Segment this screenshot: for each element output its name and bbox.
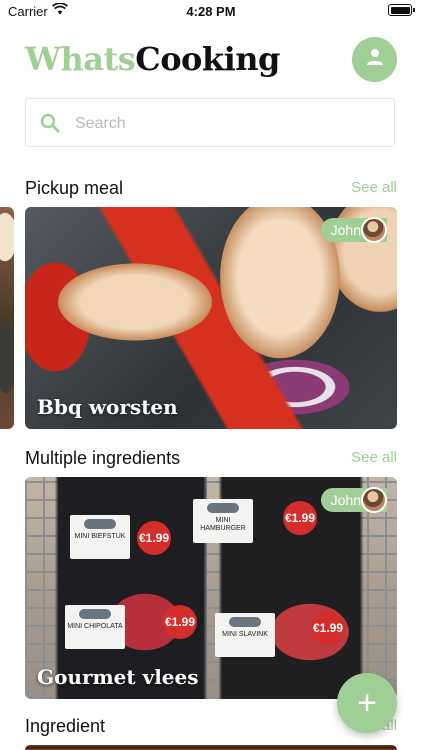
pack-name: MINI CHIPOLATA: [67, 623, 123, 630]
search-icon: [40, 113, 60, 138]
section-title-multiple-ingredients: Multiple ingredients: [25, 448, 181, 468]
app-logo-title: WhatsCooking: [25, 40, 280, 78]
person-icon: [365, 47, 385, 72]
brand-logo: [84, 519, 116, 529]
profile-button[interactable]: [352, 37, 397, 82]
see-all-multiple-ingredients[interactable]: See all: [351, 449, 397, 466]
pack-label: MINI BIEFSTUK: [70, 515, 130, 559]
card-title: Gourmet vlees: [37, 665, 199, 689]
price-tag: €1.99: [283, 501, 317, 535]
search-bar[interactable]: [25, 98, 395, 147]
pack-label: MINI CHIPOLATA: [65, 605, 125, 649]
section-title-pickup-meal: Pickup meal: [25, 178, 124, 198]
brand-logo: [207, 503, 239, 513]
pack-label: MINI HAMBURGER: [193, 499, 253, 543]
see-all-pickup-meal[interactable]: See all: [351, 179, 397, 196]
user-badge[interactable]: John: [320, 487, 387, 513]
user-badge[interactable]: John: [320, 217, 387, 243]
price-tag: €1.99: [163, 605, 197, 639]
brand-part-1: Whats: [25, 40, 136, 78]
plus-icon: +: [357, 684, 377, 722]
pack-name: MINI SLAVINK: [222, 631, 268, 638]
pack-label: MINI SLAVINK: [215, 613, 275, 657]
clock: 4:28 PM: [186, 4, 236, 19]
meal-card-ingredient-peek[interactable]: [25, 745, 397, 750]
brand-logo: [79, 609, 111, 619]
pack-name: MINI BIEFSTUK: [74, 533, 126, 540]
section-title-ingredient: Ingredient: [25, 716, 106, 736]
brand-logo: [229, 617, 261, 627]
card-title: Bbq worsten: [37, 395, 178, 419]
meal-card-bbq-worsten[interactable]: John Bbq worsten: [25, 207, 397, 429]
status-bar: Carrier 4:28 PM: [0, 0, 422, 22]
brand-part-2: Cooking: [135, 40, 280, 78]
search-input[interactable]: [73, 110, 377, 138]
price-tag: €1.99: [137, 521, 171, 555]
price-tag: €1.99: [311, 611, 345, 645]
previous-card-peek[interactable]: [0, 207, 14, 429]
pack-name: MINI HAMBURGER: [200, 517, 246, 532]
battery-icon: [388, 4, 415, 16]
add-recipe-button[interactable]: +: [337, 673, 397, 733]
user-avatar: [361, 487, 387, 513]
meal-card-gourmet-vlees[interactable]: MINI BIEFSTUK €1.99 MINI HAMBURGER €1.99…: [25, 477, 397, 699]
user-avatar: [361, 217, 387, 243]
